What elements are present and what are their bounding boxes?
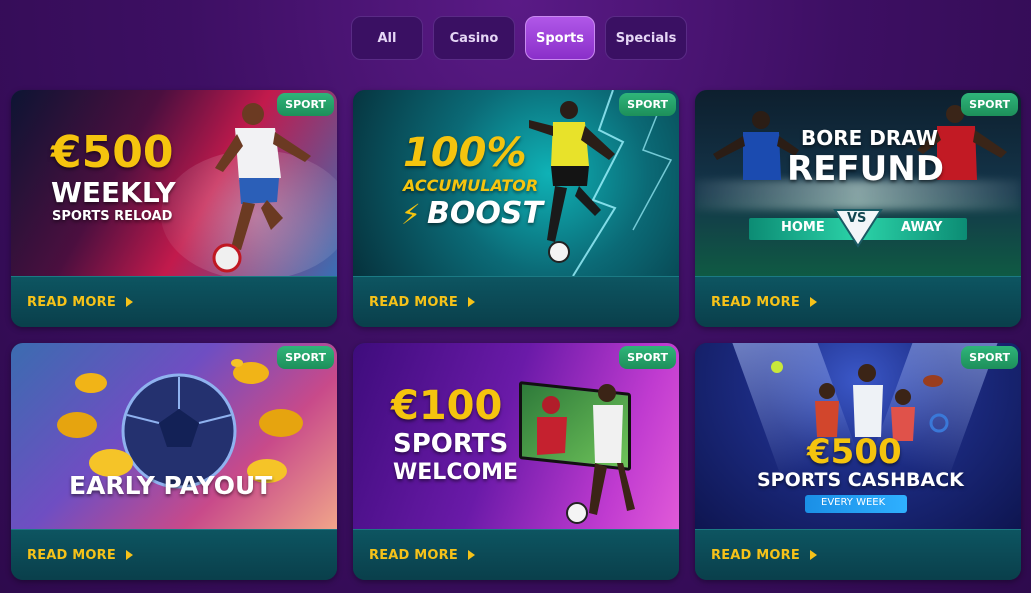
promo-subtitle: REFUND bbox=[787, 149, 944, 189]
promo-banner: EARLY PAYOUT SPORT bbox=[11, 343, 337, 529]
promo-banner: 100% ACCUMULATOR BOOST ⚡ SPORT bbox=[353, 90, 679, 276]
lightning-bolt-icon: ⚡ bbox=[401, 198, 421, 231]
promo-card-bore-draw-refund[interactable]: BORE DRAW REFUND HOME AWAY VS SPORT READ… bbox=[695, 90, 1021, 327]
play-arrow-icon bbox=[125, 550, 133, 560]
promo-amount: €500 bbox=[51, 127, 174, 178]
player-left-illustration bbox=[713, 111, 799, 180]
read-more-label: READ MORE bbox=[369, 547, 458, 563]
promo-title: EARLY PAYOUT bbox=[69, 471, 273, 500]
promo-title: SPORTS CASHBACK bbox=[757, 469, 964, 491]
promotions-grid: €500 WEEKLY SPORTS RELOAD SPORT READ MOR… bbox=[11, 90, 1021, 580]
read-more-link[interactable]: READ MORE bbox=[11, 529, 337, 580]
play-arrow-icon bbox=[809, 297, 817, 307]
promo-title: WEEKLY bbox=[51, 176, 176, 209]
promo-amount: €100 bbox=[391, 383, 503, 429]
home-label: HOME bbox=[781, 220, 825, 235]
play-arrow-icon bbox=[467, 550, 475, 560]
read-more-link[interactable]: READ MORE bbox=[695, 276, 1021, 327]
play-arrow-icon bbox=[467, 297, 475, 307]
promo-card-sports-cashback[interactable]: €500 SPORTS CASHBACK EVERY WEEK SPORT RE… bbox=[695, 343, 1021, 580]
read-more-link[interactable]: READ MORE bbox=[353, 529, 679, 580]
promo-card-sports-welcome[interactable]: €100 SPORTS WELCOME SPORT READ MORE bbox=[353, 343, 679, 580]
promo-banner: €500 SPORTS CASHBACK EVERY WEEK SPORT bbox=[695, 343, 1021, 529]
tab-specials[interactable]: Specials bbox=[605, 16, 687, 60]
tab-casino[interactable]: Casino bbox=[433, 16, 515, 60]
promo-card-weekly-reload[interactable]: €500 WEEKLY SPORTS RELOAD SPORT READ MOR… bbox=[11, 90, 337, 327]
promo-subtitle: WELCOME bbox=[393, 460, 519, 485]
read-more-link[interactable]: READ MORE bbox=[695, 529, 1021, 580]
read-more-label: READ MORE bbox=[27, 294, 116, 310]
play-arrow-icon bbox=[809, 550, 817, 560]
every-week-label: EVERY WEEK bbox=[821, 497, 886, 508]
sport-badge: SPORT bbox=[619, 346, 676, 369]
athletes-illustration bbox=[537, 384, 635, 524]
filter-tabs: All Casino Sports Specials bbox=[351, 16, 687, 60]
read-more-label: READ MORE bbox=[711, 547, 800, 563]
read-more-label: READ MORE bbox=[711, 294, 800, 310]
sport-badge: SPORT bbox=[277, 346, 334, 369]
promo-banner: BORE DRAW REFUND HOME AWAY VS SPORT bbox=[695, 90, 1021, 276]
promo-banner: €500 WEEKLY SPORTS RELOAD SPORT bbox=[11, 90, 337, 276]
footballer-illustration bbox=[212, 103, 311, 273]
promo-amount: €500 bbox=[807, 432, 902, 472]
promo-card-early-payout[interactable]: EARLY PAYOUT SPORT READ MORE bbox=[11, 343, 337, 580]
read-more-label: READ MORE bbox=[369, 294, 458, 310]
read-more-link[interactable]: READ MORE bbox=[353, 276, 679, 327]
promo-subtitle: SPORTS RELOAD bbox=[52, 209, 173, 224]
promo-amount: 100% bbox=[403, 130, 527, 176]
sport-badge: SPORT bbox=[619, 93, 676, 116]
promo-card-accumulator-boost[interactable]: 100% ACCUMULATOR BOOST ⚡ SPORT READ MORE bbox=[353, 90, 679, 327]
promo-title: SPORTS bbox=[393, 429, 509, 459]
away-label: AWAY bbox=[901, 220, 943, 235]
promo-subtitle: BOOST bbox=[427, 196, 543, 231]
sport-badge: SPORT bbox=[961, 93, 1018, 116]
tab-all[interactable]: All bbox=[351, 16, 423, 60]
read-more-label: READ MORE bbox=[27, 547, 116, 563]
play-arrow-icon bbox=[125, 297, 133, 307]
read-more-link[interactable]: READ MORE bbox=[11, 276, 337, 327]
promo-title: ACCUMULATOR bbox=[403, 176, 539, 195]
promo-title: BORE DRAW bbox=[801, 126, 938, 150]
vs-label: VS bbox=[847, 211, 867, 226]
sport-badge: SPORT bbox=[277, 93, 334, 116]
sport-badge: SPORT bbox=[961, 346, 1018, 369]
tab-sports[interactable]: Sports bbox=[525, 16, 595, 60]
promo-banner: €100 SPORTS WELCOME SPORT bbox=[353, 343, 679, 529]
